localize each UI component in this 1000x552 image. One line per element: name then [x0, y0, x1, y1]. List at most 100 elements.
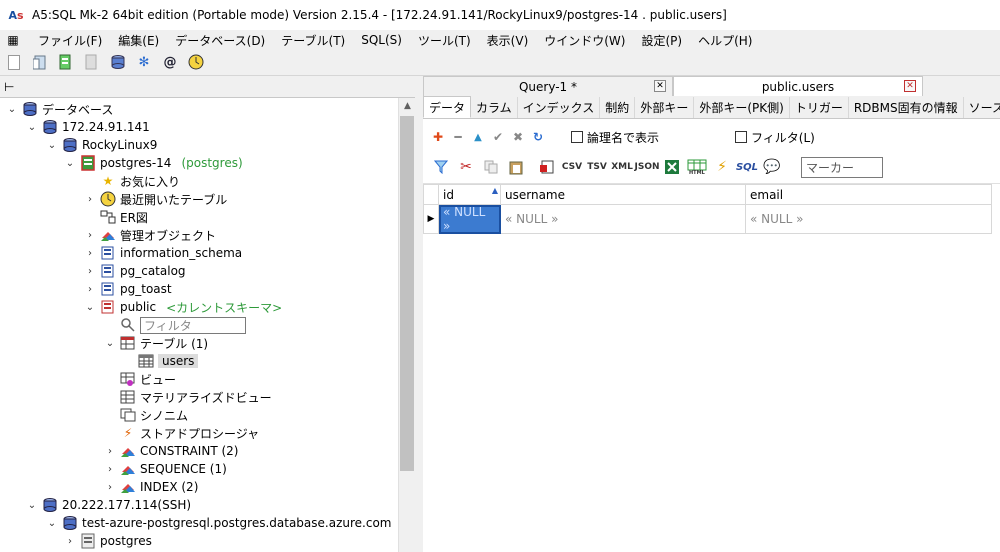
menu-view[interactable]: 表示(V)	[479, 32, 537, 49]
export-json-icon[interactable]: JSON	[635, 157, 660, 177]
new-file-icon[interactable]	[4, 52, 24, 72]
system-menu-icon[interactable]: ▦	[4, 33, 22, 47]
corner-cell[interactable]	[423, 184, 439, 205]
expand-icon[interactable]: ›	[84, 266, 96, 277]
cell-id[interactable]: « NULL »	[438, 204, 501, 234]
execute-icon[interactable]: ⚡	[712, 157, 732, 177]
close-icon[interactable]: ✕	[654, 80, 666, 92]
database-tree[interactable]: ⌄ データベース ⌄ 172.24.91.141 ⌄ RockyLinux9 ⌄…	[0, 97, 415, 552]
export-html-icon[interactable]: HTML	[687, 157, 707, 177]
comment-icon[interactable]: 💬	[762, 157, 782, 177]
db-connect-icon[interactable]	[56, 52, 76, 72]
add-row-icon[interactable]: ✚	[431, 130, 445, 144]
data-grid[interactable]: id ▲ username email ▶ « NULL » « NULL » …	[423, 183, 1000, 552]
checkbox-box[interactable]	[735, 131, 748, 143]
tree-node-server1[interactable]: ⌄ RockyLinux9	[46, 136, 157, 154]
marker-input[interactable]: マーカー	[801, 156, 883, 178]
close-icon[interactable]: ✕	[904, 80, 916, 92]
column-header-username[interactable]: username	[500, 184, 746, 205]
collapse-icon[interactable]: ⌄	[84, 302, 96, 313]
cancel-icon[interactable]: ✖	[511, 130, 525, 144]
column-header-id[interactable]: id ▲	[438, 184, 501, 205]
tab-data[interactable]: データ	[423, 96, 472, 118]
tree-node-recent[interactable]: › 最近開いたテーブル	[84, 190, 227, 208]
delete-row-icon[interactable]: ━	[451, 130, 465, 144]
menu-table[interactable]: テーブル(T)	[273, 32, 353, 49]
tree-node-public[interactable]: ⌄ public <カレントスキーマ>	[84, 298, 282, 316]
clock-icon[interactable]	[186, 52, 206, 72]
table-row[interactable]: ▶ « NULL » « NULL » « NULL »	[423, 204, 992, 234]
export-csv-icon[interactable]: CSV	[562, 157, 582, 177]
copy-icon[interactable]	[481, 157, 501, 177]
tab-rdbms-info[interactable]: RDBMS固有の情報	[849, 97, 964, 118]
export-tsv-icon[interactable]: TSV	[587, 157, 607, 177]
paste-icon[interactable]	[506, 157, 526, 177]
menu-database[interactable]: データベース(D)	[167, 32, 273, 49]
menu-file[interactable]: ファイル(F)	[30, 32, 110, 49]
tab-foreign-keys-pk[interactable]: 外部キー(PK側)	[694, 97, 790, 118]
expand-icon[interactable]: ›	[84, 248, 96, 259]
gear-icon[interactable]: ✻	[134, 52, 154, 72]
open-file-icon[interactable]	[30, 52, 50, 72]
menu-window[interactable]: ウインドウ(W)	[536, 32, 633, 49]
cut-icon[interactable]: ✂	[456, 157, 476, 177]
tree-node-host1[interactable]: ⌄ 172.24.91.141	[26, 118, 150, 136]
refresh-icon[interactable]: ↻	[531, 130, 545, 144]
checkbox-box[interactable]	[571, 131, 583, 143]
collapse-icon[interactable]: ⌄	[64, 158, 76, 169]
cell-email[interactable]: « NULL »	[745, 204, 992, 234]
tree-node-procs[interactable]: ⚡ ストアドプロシージャ	[104, 424, 259, 442]
expand-icon[interactable]: ›	[84, 230, 96, 241]
commit-icon[interactable]: ✔	[491, 130, 505, 144]
tree-scrollbar[interactable]: ▲	[398, 98, 415, 552]
tree-node-synonyms[interactable]: シノニム	[104, 406, 188, 424]
expand-icon[interactable]: ›	[84, 284, 96, 295]
at-icon[interactable]: @	[160, 52, 180, 72]
tree-node-mviews[interactable]: マテリアライズドビュー	[104, 388, 272, 406]
tree-node-pg-catalog[interactable]: › pg_catalog	[84, 262, 186, 280]
collapse-icon[interactable]: ⌄	[26, 122, 38, 133]
collapse-icon[interactable]: ⌄	[26, 500, 38, 511]
menu-sql[interactable]: SQL(S)	[353, 33, 410, 47]
current-row-indicator-icon[interactable]: ▶	[423, 204, 439, 234]
tree-node-er[interactable]: ER図	[84, 208, 148, 226]
filter-icon[interactable]	[431, 157, 451, 177]
tree-node-admin[interactable]: › 管理オブジェクト	[84, 226, 216, 244]
tree-node-db2[interactable]: › postgres	[64, 532, 152, 550]
menu-help[interactable]: ヘルプ(H)	[690, 32, 760, 49]
tab-triggers[interactable]: トリガー	[790, 97, 849, 118]
expand-icon[interactable]: ›	[104, 482, 116, 493]
tab-columns[interactable]: カラム	[471, 97, 518, 118]
logical-name-checkbox[interactable]: 論理名で表示	[571, 129, 659, 146]
export-xml-icon[interactable]: XML	[611, 157, 633, 177]
tab-public-users[interactable]: public.users ✕	[673, 76, 923, 96]
db-disconnect-icon[interactable]	[82, 52, 102, 72]
tab-constraints[interactable]: 制約	[600, 97, 636, 118]
tree-node-host2[interactable]: ⌄ 20.222.177.114(SSH)	[26, 496, 191, 514]
tree-filter-input[interactable]: フィルタ	[140, 316, 246, 334]
export-icon[interactable]	[537, 157, 557, 177]
tree-node-sequence[interactable]: › SEQUENCE (1)	[104, 460, 227, 478]
expand-icon[interactable]: ›	[64, 536, 76, 547]
tree-node-users[interactable]: users	[122, 352, 199, 370]
expand-icon[interactable]: ›	[104, 446, 116, 457]
filter-checkbox[interactable]: フィルタ(L)	[735, 129, 815, 146]
tree-node-db1[interactable]: ⌄ postgres-14 (postgres)	[64, 154, 243, 172]
tree-node-root[interactable]: ⌄ データベース	[6, 100, 113, 118]
tree-node-index[interactable]: › INDEX (2)	[104, 478, 198, 496]
tree-node-info-schema[interactable]: › information_schema	[84, 244, 242, 262]
tree-node-tables[interactable]: ⌄ テーブル (1)	[104, 334, 208, 352]
move-up-icon[interactable]: ▲	[471, 130, 485, 144]
scroll-up-icon[interactable]: ▲	[399, 98, 415, 115]
sql-icon[interactable]: SQL	[736, 157, 758, 177]
expand-icon[interactable]: ›	[84, 194, 96, 205]
menu-tools[interactable]: ツール(T)	[410, 32, 479, 49]
column-header-email[interactable]: email	[745, 184, 992, 205]
scroll-thumb[interactable]	[400, 116, 414, 471]
tree-node-favorites[interactable]: ★ お気に入り	[84, 172, 180, 190]
collapse-icon[interactable]: ⌄	[104, 338, 116, 349]
tree-node-pg-toast[interactable]: › pg_toast	[84, 280, 172, 298]
expand-icon[interactable]: ›	[104, 464, 116, 475]
tab-foreign-keys[interactable]: 外部キー	[635, 97, 695, 118]
tab-indexes[interactable]: インデックス	[518, 97, 601, 118]
